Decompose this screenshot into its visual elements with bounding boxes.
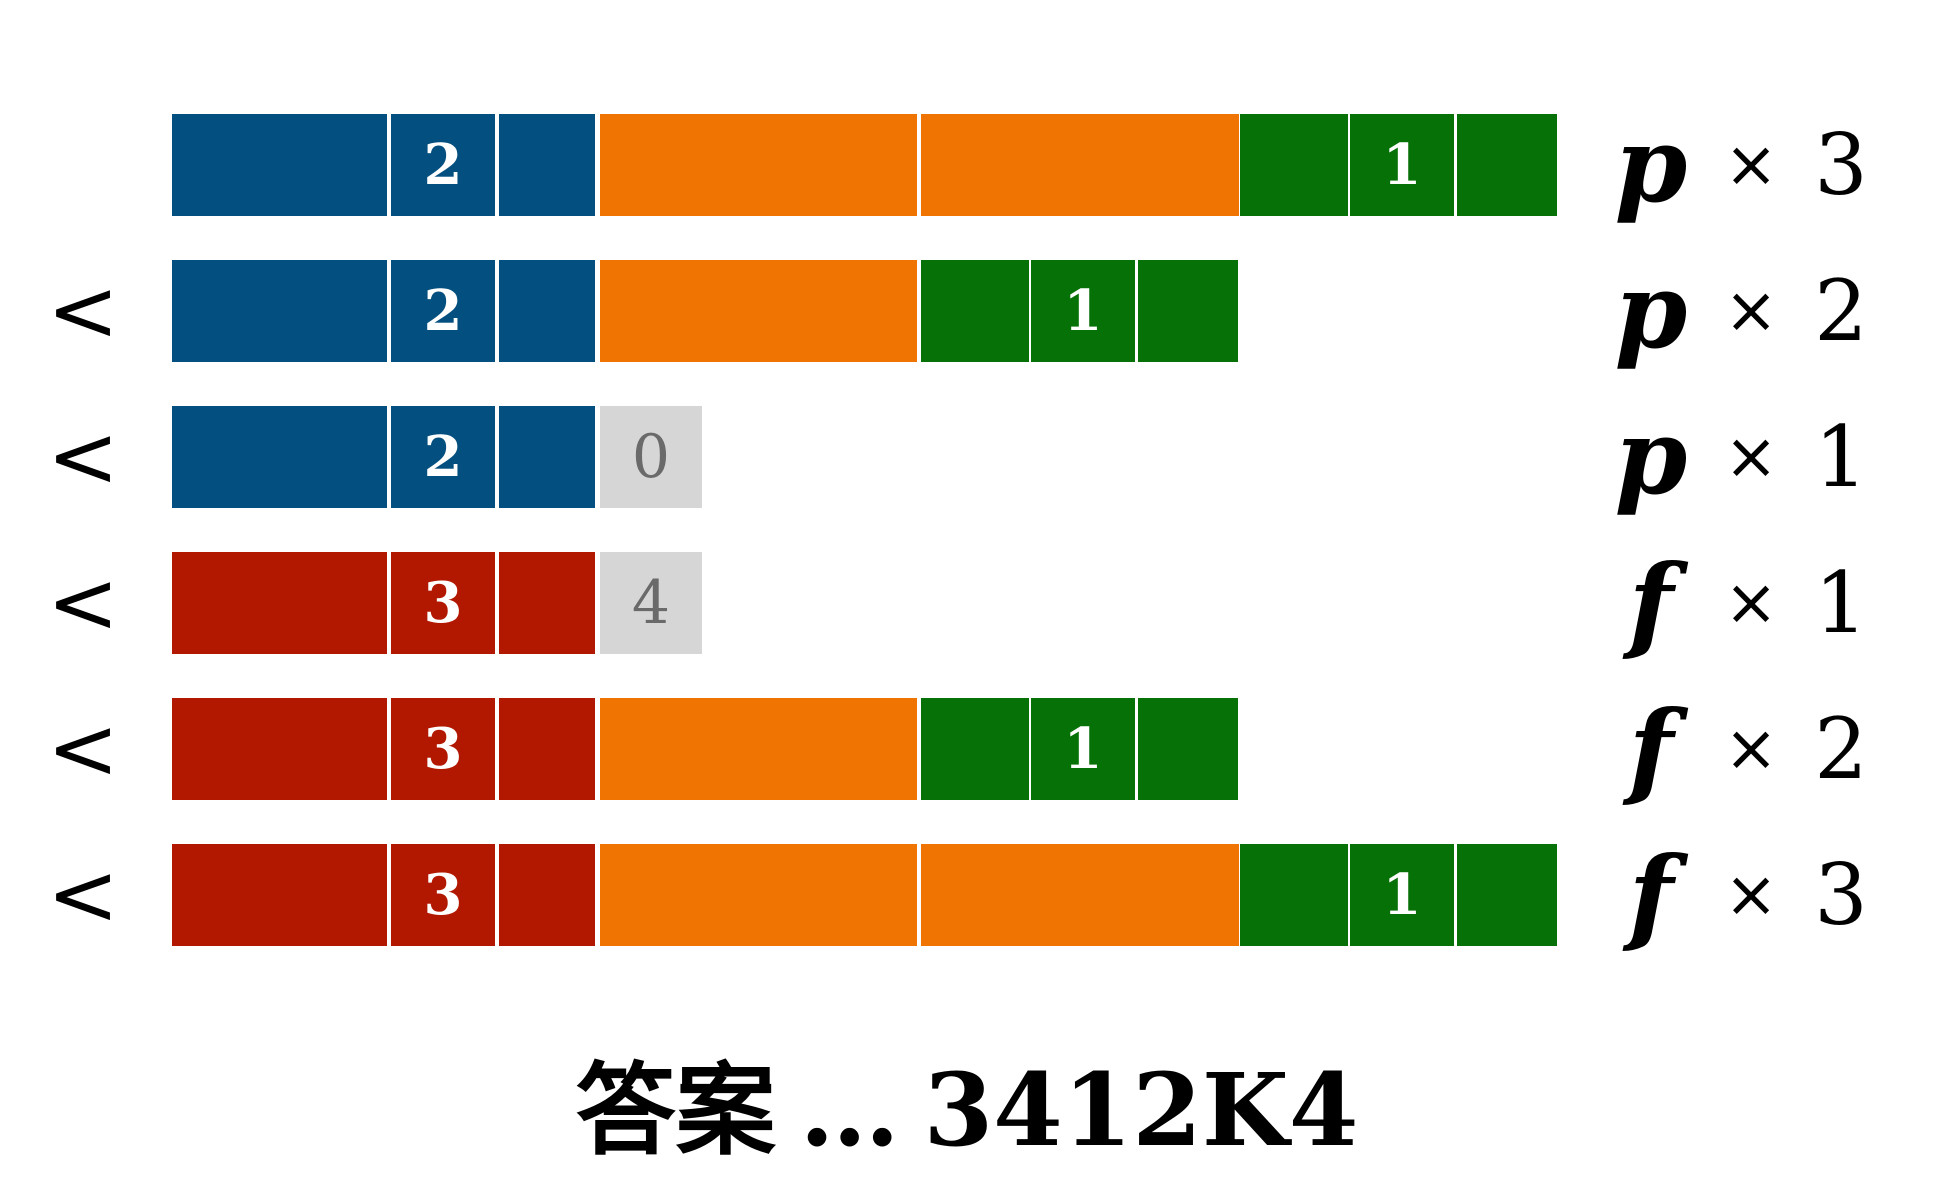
red-block [172,552,387,654]
less-than-symbol: < [46,699,120,799]
times-symbol: × [1724,566,1778,640]
variable-symbol: p [1614,249,1688,372]
orange-block [921,844,1239,946]
row-multiplier-label: f × 3 [1595,833,1925,956]
block-number: 2 [423,278,463,344]
gray-block: 0 [600,406,702,508]
green-block [1240,114,1348,216]
bar-row: <2 0 p × 1 [0,395,1934,518]
orange-block [600,698,917,800]
block-number: 3 [423,570,463,636]
block-number: 1 [1063,278,1103,344]
block-number: 3 [423,862,463,928]
times-symbol: × [1724,274,1778,348]
times-symbol: × [1724,712,1778,786]
row-multiplier-label: f × 2 [1595,687,1925,810]
blue-block [172,406,387,508]
less-than-symbol: < [46,407,120,507]
block-number: 0 [631,422,671,492]
orange-block [600,114,917,216]
diagram: 2 1 p × 3 <2 1 p × 2 <2 0 p × 1 <3 4 f × 1 <3 1 f × 2 <3 1 f × 3 [0,0,1934,1180]
times-symbol: × [1724,420,1778,494]
multiplier-number: 2 [1814,700,1868,798]
block-number: 1 [1382,132,1422,198]
less-than-symbol: < [46,261,120,361]
green-block: 1 [1031,260,1135,362]
green-block [1457,844,1557,946]
row-multiplier-label: f × 1 [1595,541,1925,664]
blue-block: 2 [391,114,495,216]
multiplier-number: 1 [1814,408,1868,506]
green-block [1240,844,1348,946]
bar-row: <3 1 f × 2 [0,687,1934,810]
blue-block [499,114,595,216]
blue-block: 2 [391,260,495,362]
answer-separator: … [799,1051,900,1169]
multiplier-number: 1 [1814,554,1868,652]
red-block: 3 [391,844,495,946]
orange-block [600,260,917,362]
bar-row: <3 1 f × 3 [0,833,1934,956]
answer-value: 3412K4 [923,1051,1359,1169]
row-multiplier-label: p × 2 [1595,249,1925,372]
orange-block [921,114,1239,216]
multiplier-number: 3 [1814,116,1868,214]
green-block [1138,698,1238,800]
red-block: 3 [391,698,495,800]
green-block [1138,260,1238,362]
blue-block: 2 [391,406,495,508]
green-block: 1 [1350,114,1454,216]
times-symbol: × [1724,128,1778,202]
block-number: 1 [1063,716,1103,782]
block-number: 2 [423,424,463,490]
bar-row: <3 4 f × 1 [0,541,1934,664]
blue-block [499,406,595,508]
block-number: 4 [631,568,671,638]
bar-row: <2 1 p × 2 [0,249,1934,372]
variable-symbol: f [1628,687,1674,810]
times-symbol: × [1724,858,1778,932]
block-number: 3 [423,716,463,782]
red-block: 3 [391,552,495,654]
answer-line: 答案… 3412K4 [0,1050,1934,1170]
variable-symbol: f [1628,833,1674,956]
multiplier-number: 2 [1814,262,1868,360]
less-than-symbol: < [46,553,120,653]
gray-block: 4 [600,552,702,654]
red-block [172,844,387,946]
blue-block [172,114,387,216]
variable-symbol: f [1628,541,1674,664]
red-block [499,552,595,654]
green-block: 1 [1350,844,1454,946]
green-block [921,260,1029,362]
row-multiplier-label: p × 1 [1595,395,1925,518]
bar-row: 2 1 p × 3 [0,103,1934,226]
red-block [499,698,595,800]
blue-block [172,260,387,362]
orange-block [600,844,917,946]
green-block [921,698,1029,800]
variable-symbol: p [1614,395,1688,518]
variable-symbol: p [1614,103,1688,226]
less-than-symbol: < [46,845,120,945]
green-block [1457,114,1557,216]
red-block [172,698,387,800]
row-multiplier-label: p × 3 [1595,103,1925,226]
answer-label: 答案 [575,1051,776,1169]
multiplier-number: 3 [1814,846,1868,944]
green-block: 1 [1031,698,1135,800]
blue-block [499,260,595,362]
red-block [499,844,595,946]
block-number: 2 [423,132,463,198]
block-number: 1 [1382,862,1422,928]
